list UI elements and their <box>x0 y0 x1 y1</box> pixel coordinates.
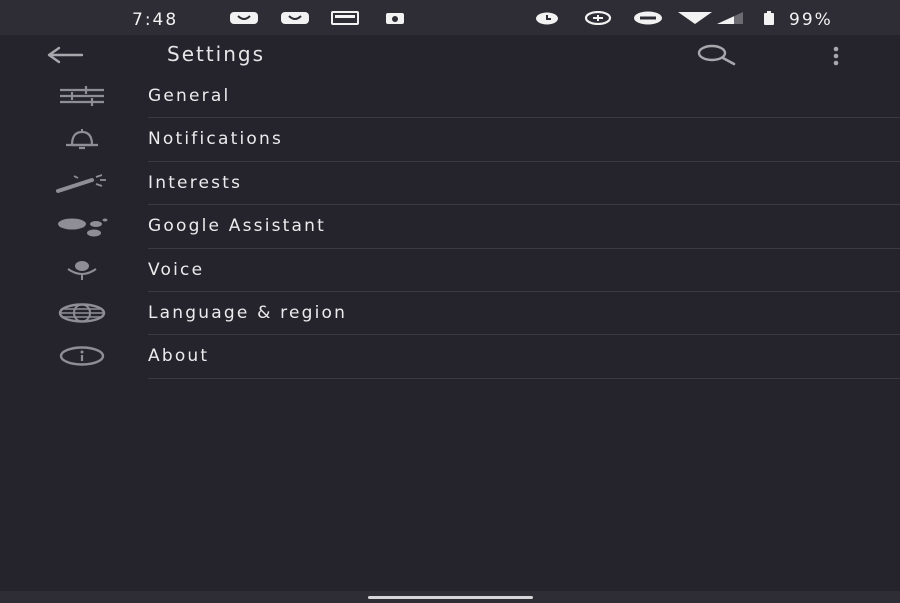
home-gesture-handle[interactable] <box>368 596 533 599</box>
more-vert-icon[interactable] <box>826 43 846 69</box>
settings-item-label: General <box>148 86 231 106</box>
app-bar: Settings <box>0 35 900 75</box>
settings-item-label: Language & region <box>148 302 348 323</box>
alarm-icon <box>536 12 558 25</box>
bird-notification-icon <box>230 12 258 24</box>
back-arrow-icon[interactable] <box>44 43 86 67</box>
assistant-icon <box>58 218 108 237</box>
battery-percentage: 99% <box>789 10 833 30</box>
settings-item-language-region[interactable]: Language & region <box>0 292 900 336</box>
settings-item-label: About <box>148 346 210 367</box>
globe-icon <box>58 303 106 323</box>
settings-item-google-assistant[interactable]: Google Assistant <box>0 205 900 249</box>
wifi-icon <box>678 12 712 24</box>
settings-item-voice[interactable]: Voice <box>0 249 900 292</box>
cell-signal-icon <box>717 12 743 24</box>
settings-item-label: Interests <box>148 172 243 193</box>
info-icon <box>59 346 105 367</box>
status-time: 7:48 <box>132 10 179 30</box>
settings-item-interests[interactable]: Interests <box>0 162 900 206</box>
battery-icon <box>764 11 774 25</box>
navigation-bar <box>0 591 900 603</box>
sliders-icon <box>60 86 104 106</box>
settings-item-about[interactable]: About <box>0 335 900 379</box>
status-bar: 7:48 99% <box>0 0 900 35</box>
settings-list: General Notifications Interests Google A… <box>0 75 900 379</box>
page-title: Settings <box>167 42 266 66</box>
settings-item-label: Voice <box>148 259 205 280</box>
settings-item-general[interactable]: General <box>0 75 900 119</box>
settings-item-label: Notifications <box>148 129 283 150</box>
data-saver-icon <box>584 11 612 25</box>
divider <box>148 377 900 379</box>
bird-notification-icon <box>281 12 309 24</box>
settings-item-notifications[interactable]: Notifications <box>0 118 900 162</box>
card-notification-icon <box>331 11 359 25</box>
android-notification-icon <box>386 13 404 24</box>
mic-icon <box>67 260 97 280</box>
settings-item-label: Google Assistant <box>148 216 326 237</box>
bell-icon <box>66 129 98 150</box>
do-not-disturb-icon <box>634 11 662 25</box>
search-icon[interactable] <box>694 42 736 68</box>
magic-wand-icon <box>56 173 106 193</box>
